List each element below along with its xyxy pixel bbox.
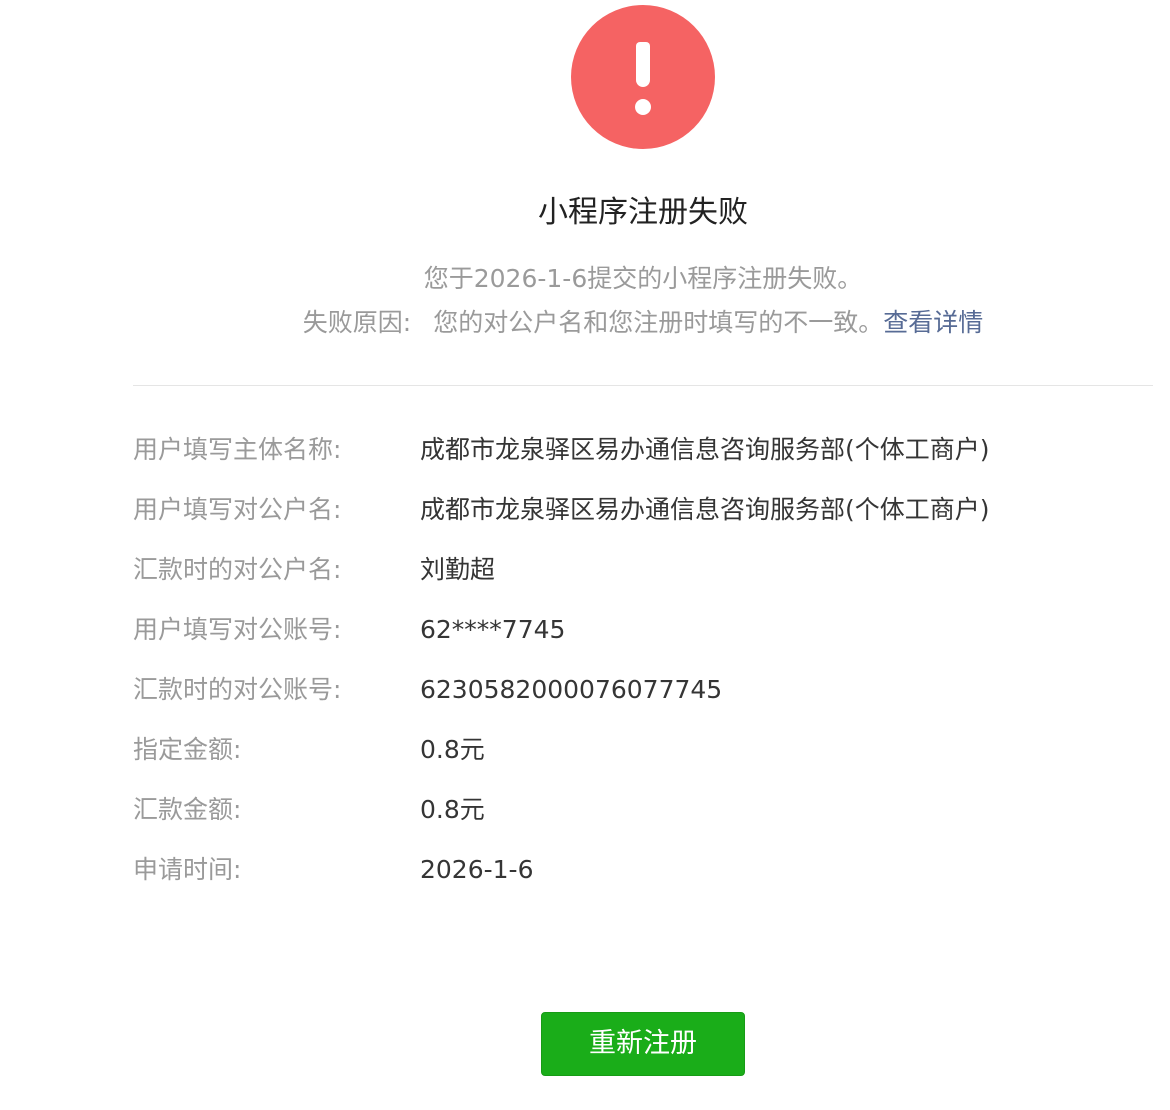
info-label: 申请时间: (133, 855, 242, 884)
divider (133, 385, 1153, 386)
info-value: 成都市龙泉驿区易办通信息咨询服务部(个体工商户) (420, 495, 990, 524)
submission-text: 您于2026-1-6提交的小程序注册失败。 (423, 264, 863, 293)
failure-reason-label: 失败原因: (302, 308, 412, 337)
info-value: 6230582000076077745 (420, 675, 723, 704)
exclamation-circle-icon (571, 5, 715, 149)
info-label: 用户填写对公账号: (133, 615, 342, 644)
exclamation-bar (636, 42, 650, 87)
info-label: 汇款时的对公账号: (133, 675, 342, 704)
info-value: 2026-1-6 (420, 855, 534, 884)
failure-reason: 失败原因: 您的对公户名和您注册时填写的不一致。查看详情 (0, 306, 1170, 340)
info-value: 成都市龙泉驿区易办通信息咨询服务部(个体工商户) (420, 435, 990, 464)
info-label: 指定金额: (133, 735, 242, 764)
re-register-button[interactable]: 重新注册 (541, 1012, 745, 1076)
info-value: 0.8元 (420, 795, 485, 824)
info-label: 汇款金额: (133, 795, 242, 824)
info-label: 用户填写主体名称: (133, 435, 342, 464)
failure-reason-text: 您的对公户名和您注册时填写的不一致。 (433, 308, 884, 337)
submission-description: 您于2026-1-6提交的小程序注册失败。 (0, 262, 1170, 296)
info-label: 用户填写对公户名: (133, 495, 342, 524)
info-value: 62****7745 (420, 615, 566, 644)
exclamation-dot (635, 99, 651, 115)
page-title: 小程序注册失败 (538, 195, 748, 230)
info-value: 0.8元 (420, 735, 485, 764)
info-label: 汇款时的对公户名: (133, 555, 342, 584)
info-value: 刘勤超 (420, 555, 496, 584)
view-details-link[interactable]: 查看详情 (883, 308, 983, 337)
